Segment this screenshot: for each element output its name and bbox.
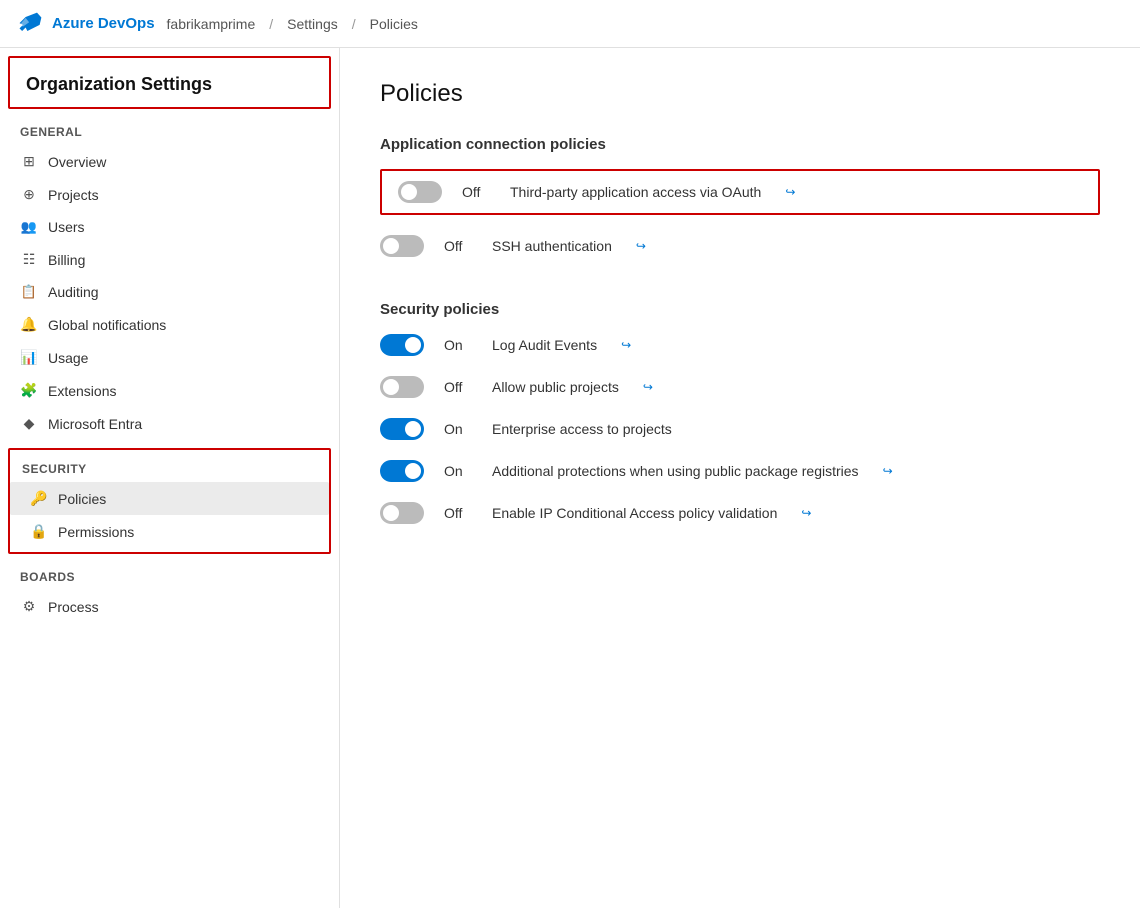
- policy-row-ip-conditional: Off Enable IP Conditional Access policy …: [380, 502, 1100, 524]
- ssh-link-icon[interactable]: ↪: [636, 239, 646, 253]
- org-settings-title: Organization Settings: [26, 74, 212, 94]
- current-page-breadcrumb: Policies: [370, 16, 418, 32]
- sidebar-item-users[interactable]: 👥 Users: [0, 211, 339, 243]
- permissions-label: Permissions: [58, 524, 134, 540]
- additional-protections-policy-label: Additional protections when using public…: [492, 463, 859, 479]
- toggle-ssh[interactable]: [380, 235, 424, 257]
- log-audit-state-label: On: [444, 337, 472, 353]
- global-notifications-label: Global notifications: [48, 317, 166, 333]
- policy-row-oauth: Off Third-party application access via O…: [380, 169, 1100, 215]
- additional-protections-state-label: On: [444, 463, 472, 479]
- public-projects-state-label: Off: [444, 379, 472, 395]
- toggle-enterprise-access[interactable]: [380, 418, 424, 440]
- log-audit-link-icon[interactable]: ↪: [621, 338, 631, 352]
- page-title: Policies: [380, 80, 1100, 108]
- policies-label: Policies: [58, 491, 106, 507]
- ip-conditional-link-icon[interactable]: ↪: [801, 506, 811, 520]
- sidebar-item-process[interactable]: ⚙ Process: [0, 590, 339, 623]
- ip-conditional-policy-label: Enable IP Conditional Access policy vali…: [492, 505, 777, 521]
- ssh-policy-label: SSH authentication: [492, 238, 612, 254]
- separator-2: /: [352, 16, 356, 32]
- separator-1: /: [269, 16, 273, 32]
- ip-conditional-state-label: Off: [444, 505, 472, 521]
- oauth-policy-label: Third-party application access via OAuth: [510, 184, 761, 200]
- overview-icon: ⊞: [20, 153, 38, 170]
- additional-protections-link-icon[interactable]: ↪: [883, 464, 893, 478]
- org-name: fabrikamprime: [167, 16, 256, 32]
- main-layout: Organization Settings General ⊞ Overview…: [0, 48, 1140, 908]
- users-icon: 👥: [20, 219, 38, 235]
- boards-section-label: Boards: [0, 554, 339, 590]
- sidebar-item-global-notifications[interactable]: 🔔 Global notifications: [0, 308, 339, 341]
- security-policies-section-title: Security policies: [380, 301, 1100, 318]
- global-notifications-icon: 🔔: [20, 316, 38, 333]
- policy-row-public-projects: Off Allow public projects ↪: [380, 376, 1100, 398]
- sidebar-item-extensions[interactable]: 🧩 Extensions: [0, 374, 339, 407]
- toggle-log-audit[interactable]: [380, 334, 424, 356]
- policies-icon: 🔑: [30, 490, 48, 507]
- auditing-label: Auditing: [48, 284, 99, 300]
- topbar: Azure DevOps fabrikamprime / Settings / …: [0, 0, 1140, 48]
- general-section-label: General: [0, 109, 339, 145]
- public-projects-policy-label: Allow public projects: [492, 379, 619, 395]
- sidebar: Organization Settings General ⊞ Overview…: [0, 48, 340, 908]
- microsoft-entra-icon: ◆: [20, 415, 38, 432]
- app-connection-section-title: Application connection policies: [380, 136, 1100, 153]
- usage-icon: 📊: [20, 349, 38, 366]
- policy-row-additional-protections: On Additional protections when using pub…: [380, 460, 1100, 482]
- toggle-ip-conditional[interactable]: [380, 502, 424, 524]
- toggle-oauth[interactable]: [398, 181, 442, 203]
- brand-name: Azure DevOps: [52, 15, 155, 32]
- public-projects-link-icon[interactable]: ↪: [643, 380, 653, 394]
- enterprise-access-policy-label: Enterprise access to projects: [492, 421, 672, 437]
- sidebar-item-policies[interactable]: 🔑 Policies: [10, 482, 329, 515]
- oauth-state-label: Off: [462, 184, 490, 200]
- process-icon: ⚙: [20, 598, 38, 615]
- sidebar-item-auditing[interactable]: 📋 Auditing: [0, 276, 339, 308]
- projects-icon: ⊕: [20, 186, 38, 203]
- general-section: ⊞ Overview ⊕ Projects 👥 Users ☷ Billing …: [0, 145, 339, 440]
- billing-label: Billing: [48, 252, 85, 268]
- main-content: Policies Application connection policies…: [340, 48, 1140, 908]
- oauth-link-icon[interactable]: ↪: [785, 185, 795, 199]
- log-audit-policy-label: Log Audit Events: [492, 337, 597, 353]
- policy-row-log-audit: On Log Audit Events ↪: [380, 334, 1100, 356]
- ssh-state-label: Off: [444, 238, 472, 254]
- toggle-additional-protections[interactable]: [380, 460, 424, 482]
- overview-label: Overview: [48, 154, 106, 170]
- azure-devops-logo: [16, 10, 44, 38]
- projects-label: Projects: [48, 187, 99, 203]
- permissions-icon: 🔒: [30, 523, 48, 540]
- microsoft-entra-label: Microsoft Entra: [48, 416, 142, 432]
- sidebar-item-usage[interactable]: 📊 Usage: [0, 341, 339, 374]
- auditing-icon: 📋: [20, 284, 38, 300]
- policy-row-enterprise-access: On Enterprise access to projects: [380, 418, 1100, 440]
- usage-label: Usage: [48, 350, 88, 366]
- sidebar-item-billing[interactable]: ☷ Billing: [0, 243, 339, 276]
- policy-row-ssh: Off SSH authentication ↪: [380, 235, 1100, 257]
- sidebar-item-microsoft-entra[interactable]: ◆ Microsoft Entra: [0, 407, 339, 440]
- sidebar-item-permissions[interactable]: 🔒 Permissions: [10, 515, 329, 548]
- process-label: Process: [48, 599, 99, 615]
- sidebar-item-overview[interactable]: ⊞ Overview: [0, 145, 339, 178]
- toggle-public-projects[interactable]: [380, 376, 424, 398]
- extensions-icon: 🧩: [20, 382, 38, 399]
- extensions-label: Extensions: [48, 383, 116, 399]
- org-settings-header: Organization Settings: [8, 56, 331, 109]
- settings-link[interactable]: Settings: [287, 16, 338, 32]
- enterprise-access-state-label: On: [444, 421, 472, 437]
- security-section-label: Security: [10, 450, 329, 482]
- security-section-wrapper: Security 🔑 Policies 🔒 Permissions: [8, 448, 331, 554]
- billing-icon: ☷: [20, 251, 38, 268]
- sidebar-item-projects[interactable]: ⊕ Projects: [0, 178, 339, 211]
- users-label: Users: [48, 219, 85, 235]
